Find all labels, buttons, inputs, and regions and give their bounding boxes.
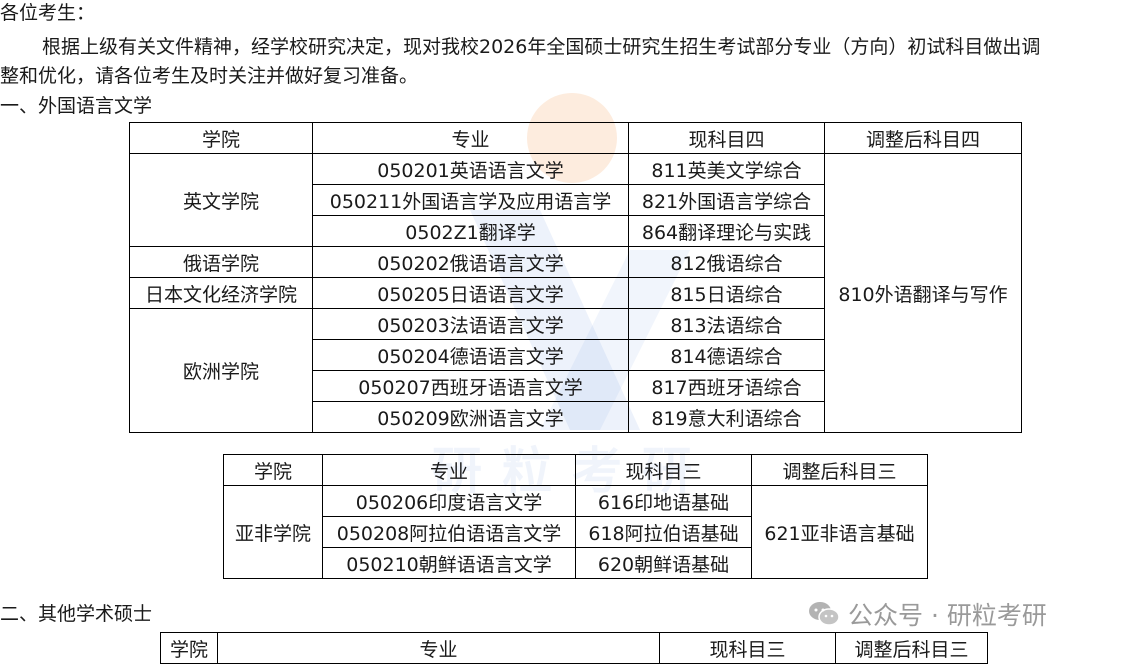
header-current-subject: 现科目三	[575, 454, 752, 486]
subject-table-1: 学院 专业 现科目四 调整后科目四 英文学院 050201英语语言文学 811英…	[129, 122, 1022, 433]
current-subject-cell: 817西班牙语综合	[628, 370, 825, 402]
major-cell: 050205日语语言文学	[312, 277, 629, 309]
current-subject-cell: 813法语综合	[628, 308, 825, 340]
header-current-subject: 现科目四	[628, 122, 825, 154]
table-header-row: 学院 专业 现科目三 调整后科目三	[160, 632, 988, 664]
current-subject-cell: 618阿拉伯语基础	[575, 516, 752, 548]
header-college: 学院	[129, 122, 313, 154]
current-subject-cell: 815日语综合	[628, 277, 825, 309]
wechat-watermark-text: 公众号 · 研粒考研	[848, 601, 1047, 630]
header-current-subject: 现科目三	[659, 632, 836, 664]
current-subject-cell: 864翻译理论与实践	[628, 215, 825, 247]
wechat-watermark: 公众号 · 研粒考研	[808, 596, 1047, 632]
adjusted-subject-cell: 810外语翻译与写作	[824, 153, 1022, 433]
major-cell: 050210朝鲜语语言文学	[322, 547, 576, 579]
greeting: 各位考生：	[0, 2, 96, 24]
header-adjusted-subject: 调整后科目三	[835, 632, 988, 664]
major-cell: 050204德语语言文学	[312, 339, 629, 371]
section-heading-2: 二、其他学术硕士	[0, 603, 153, 625]
header-adjusted-subject: 调整后科目三	[751, 454, 928, 486]
header-college: 学院	[223, 454, 323, 486]
current-subject-cell: 814德语综合	[628, 339, 825, 371]
college-cell: 俄语学院	[129, 246, 313, 278]
college-cell: 欧洲学院	[129, 308, 313, 433]
major-cell: 050201英语语言文学	[312, 153, 629, 185]
major-cell: 050207西班牙语语言文学	[312, 370, 629, 402]
header-major: 专业	[312, 122, 629, 154]
current-subject-cell: 819意大利语综合	[628, 401, 825, 433]
current-subject-cell: 812俄语综合	[628, 246, 825, 278]
intro-paragraph-line-1: 根据上级有关文件精神，经学校研究决定，现对我校2026年全国硕士研究生招生考试部…	[42, 36, 1041, 58]
major-cell: 050206印度语言文学	[322, 485, 576, 517]
section-heading-1: 一、外国语言文学	[0, 95, 153, 117]
major-cell: 050209欧洲语言文学	[312, 401, 629, 433]
table-row: 亚非学院 050206印度语言文学 616印地语基础 621亚非语言基础	[223, 485, 928, 579]
major-cell: 050202俄语语言文学	[312, 246, 629, 278]
adjusted-subject-cell: 621亚非语言基础	[751, 485, 928, 579]
major-cell: 050211外国语言学及应用语言学	[312, 184, 629, 216]
table-header-row: 学院 专业 现科目三 调整后科目三	[223, 454, 928, 486]
college-cell: 日本文化经济学院	[129, 277, 313, 309]
college-cell: 英文学院	[129, 153, 313, 247]
table-row: 英文学院 050201英语语言文学 811英美文学综合 810外语翻译与写作	[129, 153, 1022, 433]
header-major: 专业	[217, 632, 660, 664]
current-subject-cell: 616印地语基础	[575, 485, 752, 517]
current-subject-cell: 811英美文学综合	[628, 153, 825, 185]
major-cell: 050203法语语言文学	[312, 308, 629, 340]
major-cell: 050208阿拉伯语语言文学	[322, 516, 576, 548]
header-adjusted-subject: 调整后科目四	[824, 122, 1022, 154]
current-subject-cell: 620朝鲜语基础	[575, 547, 752, 579]
header-major: 专业	[322, 454, 576, 486]
college-cell: 亚非学院	[223, 485, 323, 579]
intro-paragraph-line-2: 整和优化，请各位考生及时关注并做好复习准备。	[0, 65, 419, 87]
table-header-row: 学院 专业 现科目四 调整后科目四	[129, 122, 1022, 154]
header-college: 学院	[160, 632, 218, 664]
subject-table-2: 学院 专业 现科目三 调整后科目三 亚非学院 050206印度语言文学 616印…	[223, 454, 928, 579]
subject-table-3: 学院 专业 现科目三 调整后科目三	[160, 632, 988, 664]
major-cell: 0502Z1翻译学	[312, 215, 629, 247]
current-subject-cell: 821外国语言学综合	[628, 184, 825, 216]
wechat-icon	[809, 602, 840, 626]
